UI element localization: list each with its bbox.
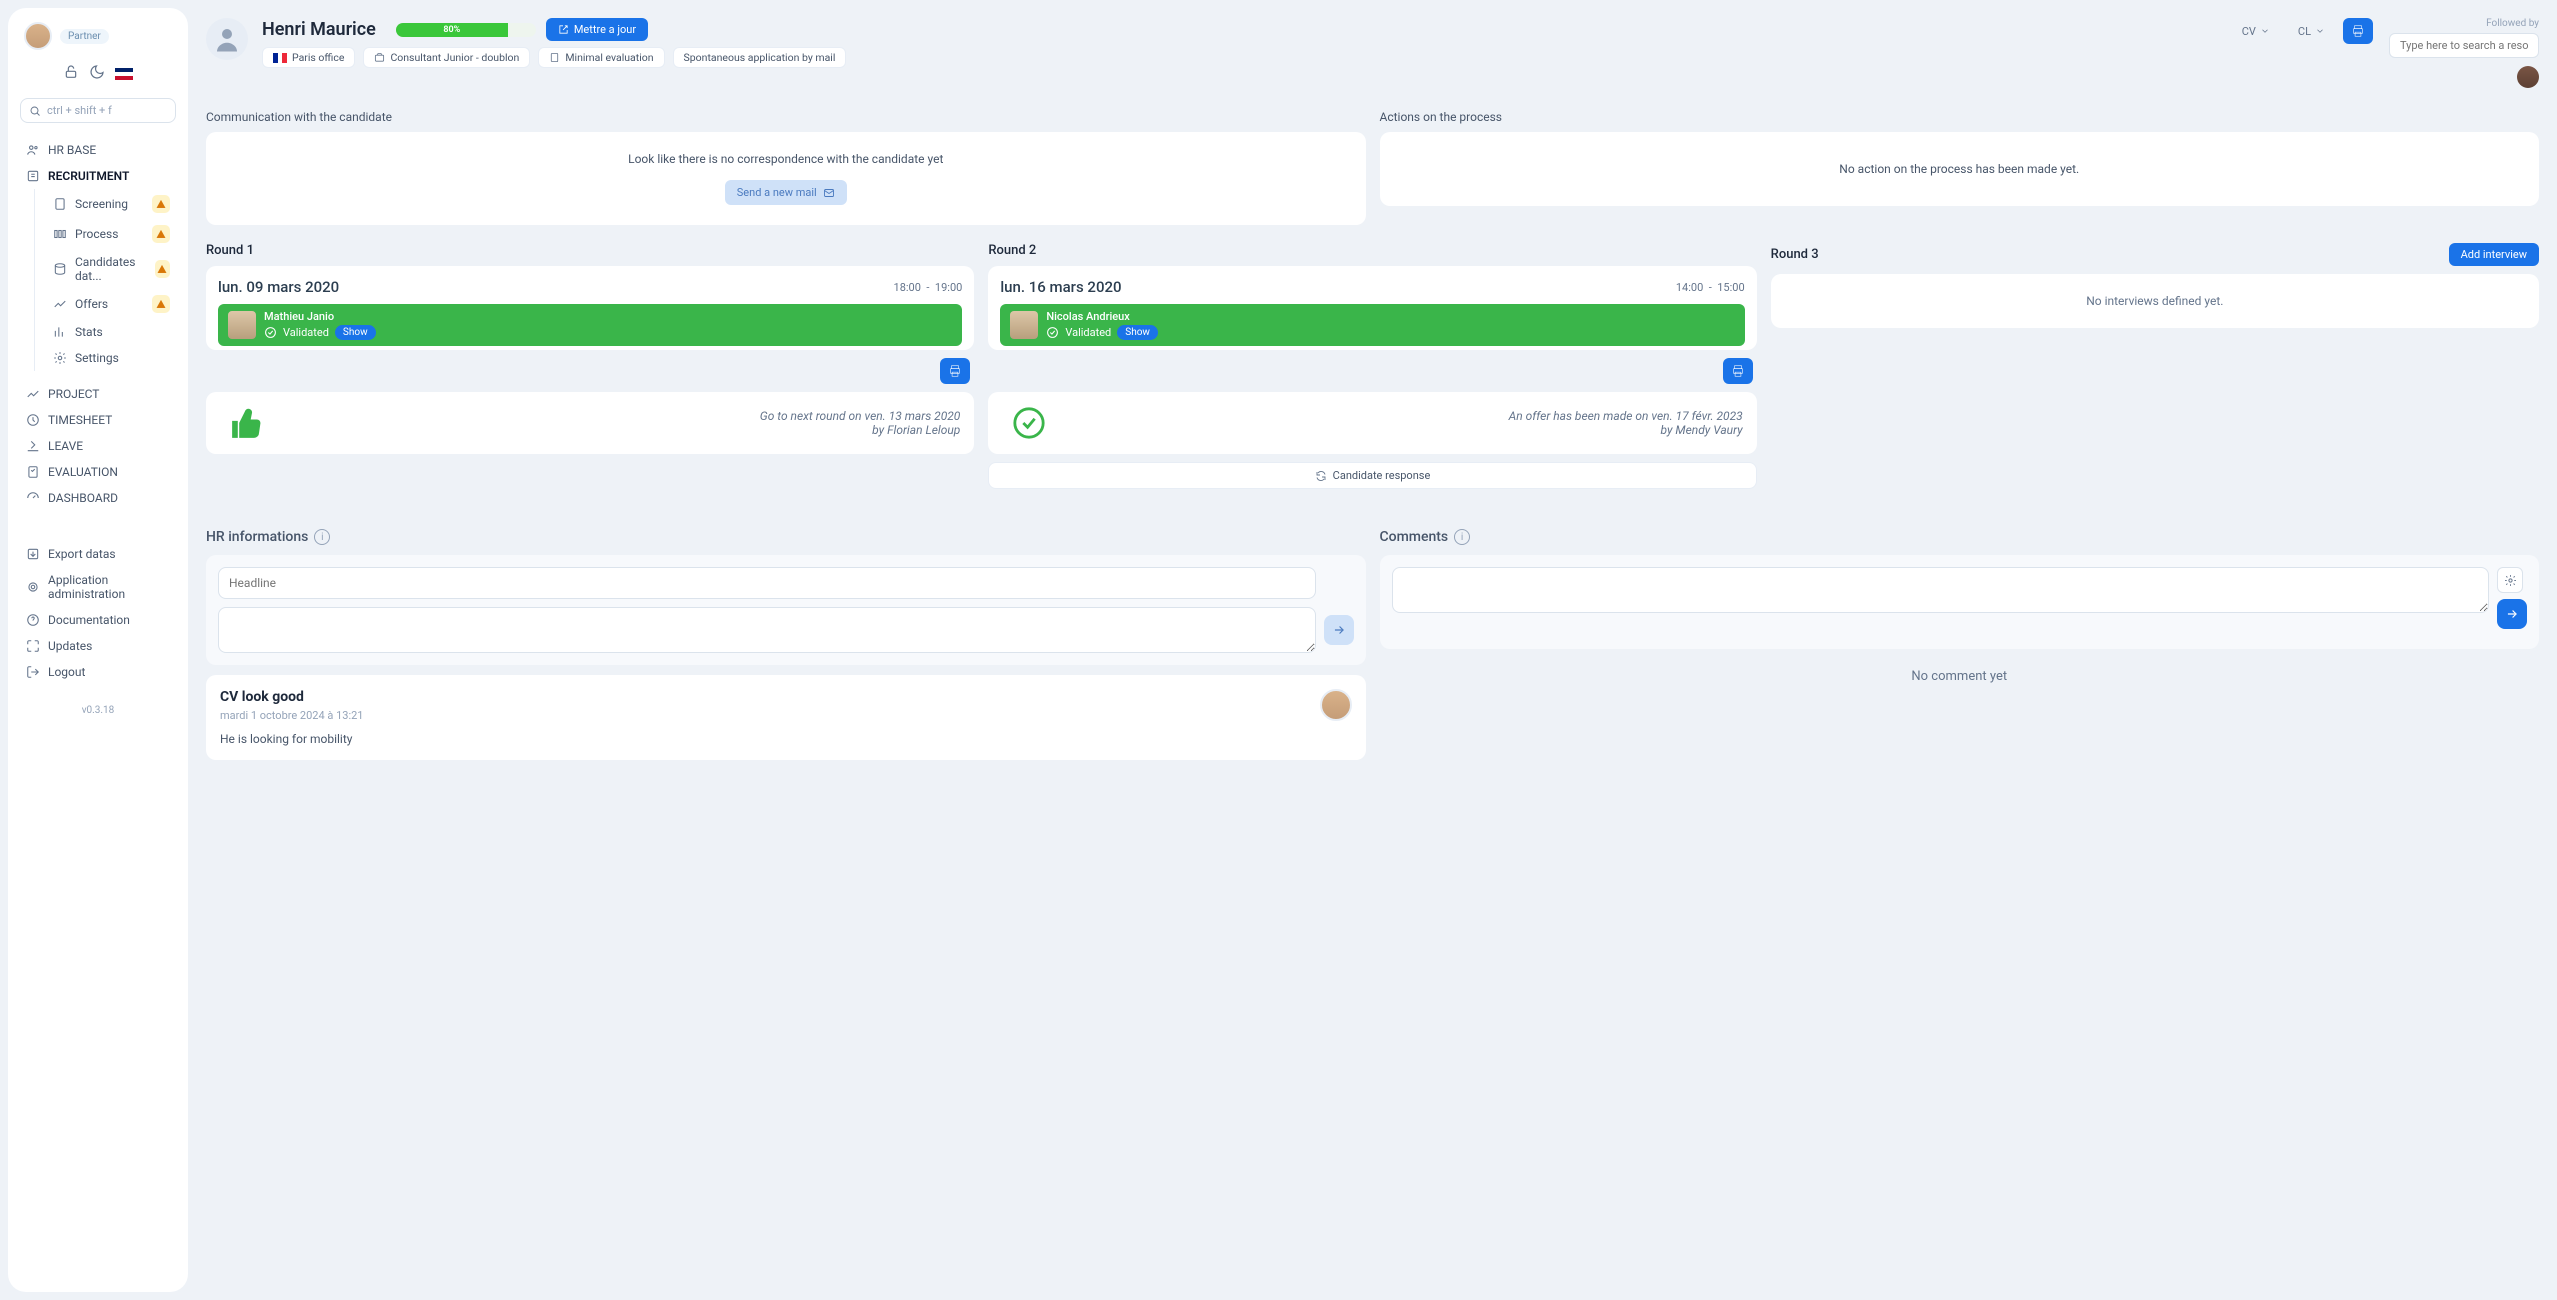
cl-button[interactable]: CL [2288, 20, 2335, 43]
nav-logout[interactable]: Logout [16, 659, 180, 685]
round2-title: Round 2 [988, 243, 1036, 258]
check-circle-icon [1046, 326, 1059, 339]
printer-icon [948, 364, 962, 378]
communication-title: Communication with the candidate [206, 110, 1366, 124]
actions-title: Actions on the process [1380, 110, 2540, 124]
nav-evaluation[interactable]: EVALUATION [16, 459, 180, 485]
nav-offers[interactable]: Offers [35, 289, 180, 319]
nav-admin[interactable]: Application administration [16, 567, 180, 607]
check-circle-icon [264, 326, 277, 339]
chevron-down-icon [2260, 26, 2270, 36]
nav-timesheet[interactable]: TIMESHEET [16, 407, 180, 433]
comment-submit-button[interactable] [2497, 599, 2527, 629]
thumbs-up-icon [220, 406, 274, 440]
no-comment-label: No comment yet [1380, 649, 2540, 704]
chevron-down-icon [2315, 26, 2325, 36]
mail-icon [823, 187, 835, 199]
version-label: v0.3.18 [16, 705, 180, 716]
nav-stats[interactable]: Stats [35, 319, 180, 345]
comments-title: Comments [1380, 529, 1449, 545]
nav-recruitment[interactable]: RECRUITMENT [16, 163, 180, 189]
refresh-icon [1315, 470, 1327, 482]
hr-info-form [206, 555, 1366, 665]
printer-icon [1731, 364, 1745, 378]
warning-icon [155, 260, 170, 278]
info-icon[interactable]: i [314, 529, 330, 545]
round2-status: An offer has been made on ven. 17 févr. … [988, 392, 1756, 454]
round3-empty: No interviews defined yet. [1771, 274, 2539, 328]
warning-icon [152, 195, 170, 213]
round1-interview: lun. 09 mars 2020 18:00 - 19:00 Mathieu … [206, 266, 974, 350]
interviewer-avatar [1010, 311, 1038, 339]
role-badge: Partner [60, 29, 109, 44]
gear-icon [2504, 574, 2517, 587]
warning-icon [152, 295, 170, 313]
progress-bar: 80% [396, 23, 536, 37]
avatar[interactable] [24, 22, 52, 50]
round1-status: Go to next round on ven. 13 mars 2020 by… [206, 392, 974, 454]
tag-position: Consultant Junior - doublon [363, 47, 530, 68]
follower-avatar[interactable] [2517, 66, 2539, 88]
nav-export[interactable]: Export datas [16, 541, 180, 567]
comment-settings-button[interactable] [2497, 567, 2523, 593]
comment-input[interactable] [1392, 567, 2490, 613]
warning-icon [152, 225, 170, 243]
round3-title: Round 3 [1771, 247, 1819, 262]
nav-docs[interactable]: Documentation [16, 607, 180, 633]
tag-evaluation: Minimal evaluation [538, 47, 664, 68]
language-flag-icon[interactable] [115, 68, 133, 80]
sidebar: Partner ctrl + shift + f HR BASE RECRUIT… [8, 8, 188, 1292]
followed-search-input[interactable] [2389, 33, 2539, 58]
printer-icon [2351, 24, 2365, 38]
headline-input[interactable] [218, 567, 1316, 599]
candidate-name: Henri Maurice [262, 19, 376, 40]
interviewer-avatar [228, 311, 256, 339]
show-button[interactable]: Show [1117, 325, 1158, 340]
search-input[interactable]: ctrl + shift + f [20, 98, 176, 123]
actions-card: No action on the process has been made y… [1380, 132, 2540, 206]
info-icon[interactable]: i [1454, 529, 1470, 545]
cv-button[interactable]: CV [2232, 20, 2280, 43]
print-round2-button[interactable] [1723, 358, 1753, 384]
hr-info-title: HR informations [206, 529, 308, 545]
communication-card: Look like there is no correspondence wit… [206, 132, 1366, 225]
print-round1-button[interactable] [940, 358, 970, 384]
flag-france-icon [273, 53, 287, 63]
check-circle-icon [1002, 406, 1056, 440]
nav-settings[interactable]: Settings [35, 345, 180, 371]
arrow-right-icon [2505, 607, 2519, 621]
nav-dashboard[interactable]: DASHBOARD [16, 485, 180, 511]
candidate-response-button[interactable]: Candidate response [988, 462, 1756, 489]
nav-screening[interactable]: Screening [35, 189, 180, 219]
nav-project[interactable]: PROJECT [16, 381, 180, 407]
print-button[interactable] [2343, 18, 2373, 44]
add-interview-button[interactable]: Add interview [2449, 243, 2539, 266]
tag-office: Paris office [262, 47, 355, 68]
search-icon [29, 105, 41, 117]
hr-submit-button[interactable] [1324, 615, 1354, 645]
user-block: Partner [16, 18, 180, 60]
followed-by-label: Followed by [2486, 18, 2539, 29]
send-mail-button[interactable]: Send a new mail [725, 180, 847, 205]
comment-form [1380, 555, 2540, 649]
nav-hr-base[interactable]: HR BASE [16, 137, 180, 163]
show-button[interactable]: Show [335, 325, 376, 340]
arrow-right-icon [1332, 623, 1346, 637]
hr-body-input[interactable] [218, 607, 1316, 653]
tag-source: Spontaneous application by mail [673, 47, 847, 68]
nav-updates[interactable]: Updates [16, 633, 180, 659]
candidate-avatar [206, 18, 248, 60]
nav-leave[interactable]: LEAVE [16, 433, 180, 459]
note-author-avatar [1320, 689, 1352, 721]
lock-icon[interactable] [63, 64, 79, 84]
moon-icon[interactable] [89, 64, 105, 84]
nav-process[interactable]: Process [35, 219, 180, 249]
update-button[interactable]: Mettre a jour [546, 18, 648, 41]
hr-note-card: CV look good mardi 1 octobre 2024 à 13:2… [206, 675, 1366, 760]
round2-interview: lun. 16 mars 2020 14:00 - 15:00 Nicolas … [988, 266, 1756, 350]
main-content: Henri Maurice 80% Mettre a jour [196, 0, 2557, 1300]
nav-candidates-db[interactable]: Candidates dat... [35, 249, 180, 289]
round1-title: Round 1 [206, 243, 254, 258]
